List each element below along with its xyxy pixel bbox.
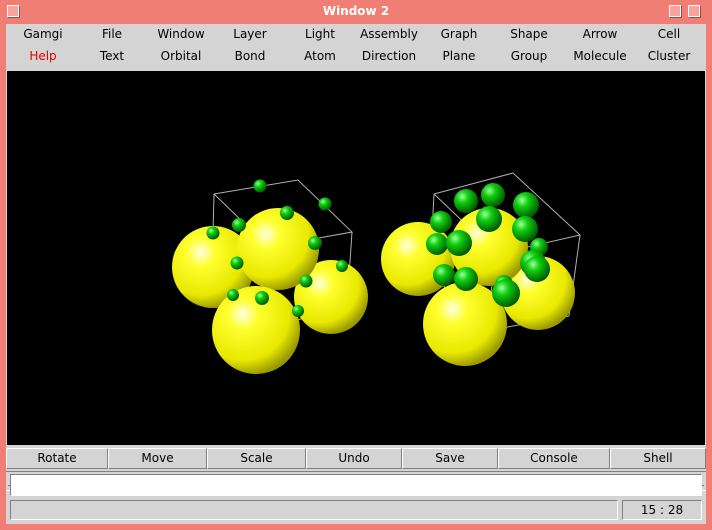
- menu-group[interactable]: Group: [494, 49, 564, 63]
- menu-cell[interactable]: Cell: [634, 27, 704, 41]
- menu-file[interactable]: File: [77, 27, 147, 41]
- small-atom: [336, 260, 348, 272]
- menu-arrow[interactable]: Arrow: [565, 27, 635, 41]
- small-atom: [308, 236, 322, 250]
- maximize-button[interactable]: [688, 5, 700, 17]
- save-button[interactable]: Save: [402, 448, 498, 469]
- console-button[interactable]: Console: [498, 448, 610, 469]
- menu-graph[interactable]: Graph: [424, 27, 494, 41]
- menu-assembly[interactable]: Assembly: [354, 27, 424, 41]
- status-bar: 15 : 28: [10, 500, 702, 520]
- 3d-viewport[interactable]: [7, 71, 705, 445]
- shell-button[interactable]: Shell: [610, 448, 706, 469]
- menu-bond[interactable]: Bond: [215, 49, 285, 63]
- cluster-right: [381, 183, 575, 366]
- menu-light[interactable]: Light: [285, 27, 355, 41]
- small-atom: [253, 179, 267, 193]
- small-atom: [492, 279, 520, 307]
- cluster-left: [172, 179, 368, 374]
- small-atom: [433, 264, 455, 286]
- small-atom: [299, 274, 313, 288]
- small-atom: [446, 230, 472, 256]
- menu-bar: Gamgi File Window Layer Light Assembly G…: [6, 24, 706, 70]
- rotate-button[interactable]: Rotate: [6, 448, 108, 469]
- small-atom: [430, 211, 452, 233]
- small-atom: [230, 256, 244, 270]
- small-atom: [476, 206, 502, 232]
- small-atom: [206, 226, 220, 240]
- menu-plane[interactable]: Plane: [424, 49, 494, 63]
- window-frame: Window 2 Gamgi File Window Layer Light A…: [0, 0, 712, 530]
- small-atom: [512, 216, 538, 242]
- menu-row-1: Gamgi File Window Layer Light Assembly G…: [6, 24, 706, 46]
- small-atom: [524, 256, 550, 282]
- small-atom: [481, 183, 505, 207]
- minimize-button[interactable]: [669, 5, 681, 17]
- undo-button[interactable]: Undo: [306, 448, 402, 469]
- menu-row-2: Help Text Orbital Bond Atom Direction Pl…: [6, 46, 706, 68]
- menu-cluster[interactable]: Cluster: [634, 49, 704, 63]
- menu-shape[interactable]: Shape: [494, 27, 564, 41]
- small-atom: [255, 291, 269, 305]
- client-area: Gamgi File Window Layer Light Assembly G…: [6, 24, 706, 524]
- menu-molecule[interactable]: Molecule: [565, 49, 635, 63]
- menu-text[interactable]: Text: [77, 49, 147, 63]
- window-title: Window 2: [322, 4, 390, 18]
- small-atom: [426, 233, 448, 255]
- small-atom: [292, 305, 304, 317]
- menu-gamgi[interactable]: Gamgi: [8, 27, 78, 41]
- small-atom: [454, 267, 478, 291]
- title-bar[interactable]: Window 2: [0, 0, 712, 24]
- small-atom: [280, 206, 294, 220]
- small-atom: [513, 192, 539, 218]
- scale-button[interactable]: Scale: [207, 448, 306, 469]
- toolbar: Rotate Move Scale Undo Save Console Shel…: [6, 448, 706, 469]
- status-message: [10, 500, 618, 520]
- menu-help[interactable]: Help: [8, 49, 78, 63]
- status-clock: 15 : 28: [622, 500, 702, 520]
- menu-window[interactable]: Window: [146, 27, 216, 41]
- command-input[interactable]: [10, 474, 702, 496]
- small-atom: [232, 218, 246, 232]
- small-atom: [318, 197, 332, 211]
- molecular-scene: [172, 172, 582, 374]
- menu-orbital[interactable]: Orbital: [146, 49, 216, 63]
- small-atom: [227, 289, 239, 301]
- small-atom: [454, 189, 478, 213]
- move-button[interactable]: Move: [108, 448, 207, 469]
- menu-layer[interactable]: Layer: [215, 27, 285, 41]
- menu-atom[interactable]: Atom: [285, 49, 355, 63]
- menu-direction[interactable]: Direction: [354, 49, 424, 63]
